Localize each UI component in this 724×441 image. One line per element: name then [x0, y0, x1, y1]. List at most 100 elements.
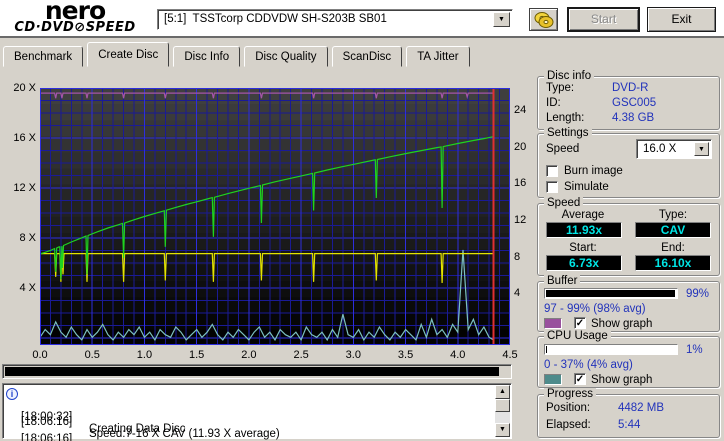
speed-end-label: End:: [628, 242, 718, 254]
cpu-range: 0 - 37% (4% avg): [544, 359, 633, 371]
y-axis-tick-right: 12: [514, 214, 536, 226]
simulate-label: Simulate: [564, 181, 609, 193]
speed-start-display: 6.73x: [546, 255, 622, 271]
x-axis-tick: 1.5: [184, 349, 210, 361]
y-axis-tick-right: 24: [514, 104, 536, 116]
group-title: CPU Usage: [544, 330, 611, 342]
group-title: Disc info: [544, 70, 594, 82]
group-title: Speed: [544, 197, 583, 209]
test-progress-fill: [5, 367, 499, 376]
speed-start-label: Start:: [538, 242, 628, 254]
speed-type-label: Type:: [628, 209, 718, 221]
y-axis-tick-right: 8: [514, 251, 536, 263]
drive-select-dropdown-arrow-icon[interactable]: ▼: [493, 12, 510, 27]
y-axis-tick-left: 4 X: [2, 282, 36, 294]
x-axis-tick: 2.0: [236, 349, 262, 361]
scroll-down-icon[interactable]: ▼: [495, 423, 510, 437]
position-label: Position:: [546, 402, 590, 414]
x-axis-tick: 4.5: [497, 349, 523, 361]
speed-end-display: 16.10x: [635, 255, 711, 271]
tab-scandisc[interactable]: ScanDisc: [332, 46, 403, 67]
settings-group: Settings Speed 16.0 X ▼ Burn image Simul…: [537, 133, 720, 198]
elapsed-value: 5:44: [618, 419, 640, 431]
scroll-up-icon[interactable]: ▲: [495, 385, 510, 399]
x-axis-tick: 4.0: [445, 349, 471, 361]
logo-product-text: CD·DVD⊘SPEED: [6, 21, 144, 34]
log-row: [18:06:16] Speed:7-16 X CAV (11.93 X ave…: [3, 404, 22, 420]
top-bar: nero CD·DVD⊘SPEED [5:1] TSSTcorp CDDVDW …: [0, 0, 724, 38]
y-axis-tick-left: 12 X: [2, 182, 36, 194]
buffer-show-graph-label: Show graph: [591, 318, 652, 330]
tab-benchmark[interactable]: Benchmark: [3, 46, 83, 67]
disc-type-label: Type:: [546, 82, 574, 94]
speed-average-label: Average: [538, 209, 628, 221]
drive-select-value: [5:1] TSSTcorp CDDVDW SH-S203B SB01: [164, 13, 387, 25]
nero-logo: nero CD·DVD⊘SPEED: [6, 1, 144, 34]
log-message: Speed:7-16 X CAV (11.93 X average): [89, 428, 280, 440]
burn-image-label: Burn image: [564, 165, 623, 177]
buffer-group: Buffer 99% 97 - 99% (98% avg) ✓ Show gra…: [537, 281, 720, 332]
log-timestamp: [18:06:16]: [21, 416, 72, 428]
tab-ta-jitter[interactable]: TA Jitter: [406, 46, 469, 67]
disc-type-value: DVD-R: [612, 82, 648, 94]
buffer-percent: 99%: [686, 288, 709, 300]
test-progress-bar: [2, 364, 512, 379]
scrollbar-thumb[interactable]: [495, 399, 510, 412]
buffer-show-graph-checkbox[interactable]: ✓: [574, 317, 586, 329]
buffer-range: 97 - 99% (98% avg): [544, 303, 646, 315]
log-scrollbar[interactable]: ▲ ▼: [495, 385, 510, 437]
drive-select[interactable]: [5:1] TSSTcorp CDDVDW SH-S203B SB01 ▼: [157, 9, 513, 30]
burn-image-checkbox[interactable]: [546, 165, 558, 177]
position-value: 4482 MB: [618, 402, 664, 414]
buffer-level-fill: [546, 290, 675, 297]
y-axis-tick-left: 8 X: [2, 232, 36, 244]
speed-average-display: 11.93x: [546, 222, 622, 238]
tab-create-disc[interactable]: Create Disc: [87, 42, 169, 67]
disc-options-button[interactable]: [529, 8, 558, 31]
cpu-usage-fill: [546, 346, 547, 353]
y-axis-tick-left: 20 X: [2, 82, 36, 94]
start-button[interactable]: Start: [567, 7, 640, 32]
discs-icon: [534, 11, 554, 29]
log-timestamp: [18:06:16]: [21, 433, 72, 441]
cpu-color-swatch: [544, 374, 562, 385]
cpu-show-graph-checkbox[interactable]: ✓: [574, 373, 586, 385]
progress-group: Progress Position: 4482 MB Elapsed: 5:44: [537, 394, 720, 438]
log-row: [18:06:16] Elapsed Time: 5:44: [3, 421, 22, 437]
cpu-usage-bar: [544, 344, 678, 355]
speed-type-display: CAV: [635, 222, 711, 238]
tab-disc-quality[interactable]: Disc Quality: [244, 46, 327, 67]
x-axis-tick: 1.0: [131, 349, 157, 361]
disc-info-group: Disc info Type: DVD-R ID: GSC005 Length:…: [537, 76, 720, 130]
disc-id-value: GSC005: [612, 97, 656, 109]
x-axis-tick: 3.5: [393, 349, 419, 361]
y-axis-tick-right: 4: [514, 287, 536, 299]
buffer-level-bar: [544, 288, 678, 299]
speed-setting-label: Speed: [546, 143, 579, 155]
y-axis-tick-right: 20: [514, 141, 536, 153]
cpu-show-graph-label: Show graph: [591, 374, 652, 386]
tab-bar: Benchmark Create Disc Disc Info Disc Qua…: [3, 42, 471, 67]
write-speed-chart: [40, 88, 510, 345]
y-axis-tick-left: 16 X: [2, 132, 36, 144]
y-axis-tick-right: 16: [514, 177, 536, 189]
exit-button[interactable]: Exit: [647, 7, 716, 32]
group-title: Buffer: [544, 275, 580, 287]
x-axis-tick: 3.0: [340, 349, 366, 361]
disc-length-value: 4.38 GB: [612, 112, 654, 124]
elapsed-label: Elapsed:: [546, 419, 591, 431]
speed-select-value: 16.0 X: [643, 143, 676, 155]
speed-select-dropdown-arrow-icon[interactable]: ▼: [694, 142, 709, 156]
simulate-checkbox[interactable]: [546, 181, 558, 193]
cpu-usage-group: CPU Usage 1% 0 - 37% (4% avg) ✓ Show gra…: [537, 336, 720, 388]
speed-select[interactable]: 16.0 X ▼: [636, 139, 712, 159]
log-row: i [18:00:32] Creating Data Disc: [3, 387, 22, 403]
logo-nero-text: nero: [6, 1, 144, 21]
x-axis-tick: 0.5: [79, 349, 105, 361]
tab-disc-info[interactable]: Disc Info: [173, 46, 240, 67]
info-icon: i: [6, 388, 18, 400]
disc-glyph-icon: ⊘: [74, 20, 85, 35]
disc-length-label: Length:: [546, 112, 584, 124]
cpu-percent: 1%: [686, 344, 703, 356]
log-panel: i [18:00:32] Creating Data Disc [18:06:1…: [2, 383, 512, 439]
